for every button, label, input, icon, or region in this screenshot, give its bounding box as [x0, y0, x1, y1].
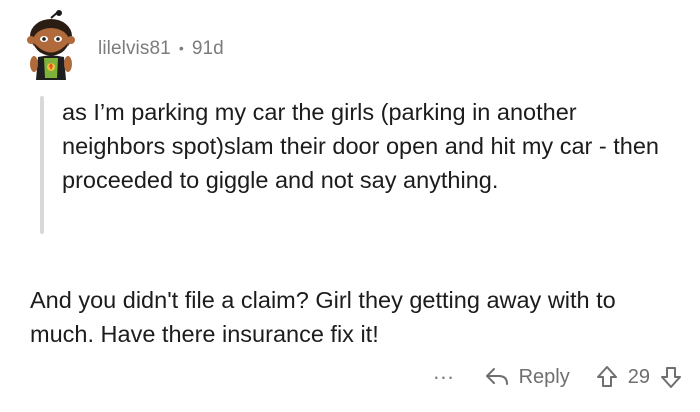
comment-meta: lilelvis81 • 91d — [98, 38, 224, 60]
downvote-arrow-icon[interactable] — [660, 365, 682, 389]
snoo-avatar-icon — [27, 10, 75, 80]
reply-label: Reply — [518, 365, 570, 388]
reply-arrow-icon — [485, 368, 508, 385]
comment-age: 91d — [191, 38, 224, 59]
reply-button[interactable]: Reply — [485, 366, 570, 389]
comment-body: And you didn't file a claim? Girl they g… — [30, 287, 616, 347]
meta-separator: • — [178, 40, 184, 56]
username[interactable]: lilelvis81 — [98, 38, 171, 60]
vote-count: 29 — [627, 365, 650, 388]
vote-controls: 29 — [596, 365, 682, 389]
quote-bar — [40, 96, 44, 234]
comment-actions: ... Reply 29 — [433, 358, 682, 396]
more-options-button[interactable]: ... — [433, 359, 454, 385]
user-avatar[interactable] — [20, 10, 82, 82]
quoted-text: as I’m parking my car the girls (parking… — [62, 99, 659, 193]
upvote-arrow-icon[interactable] — [596, 365, 618, 389]
